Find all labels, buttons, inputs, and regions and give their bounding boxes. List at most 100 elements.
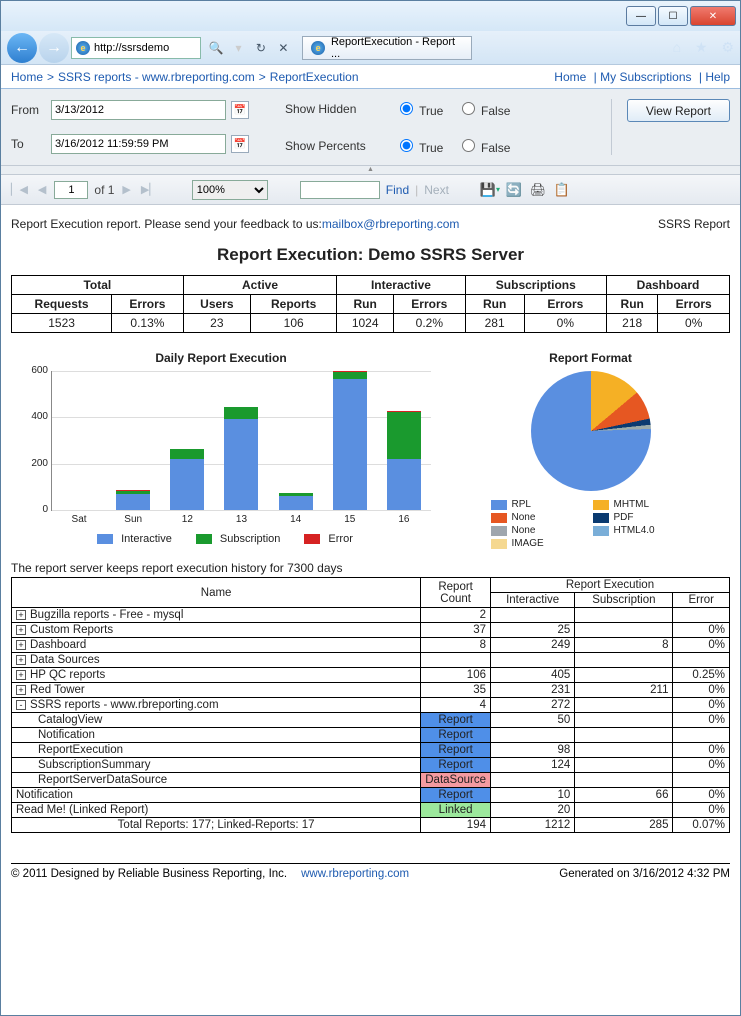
report-parameters: From 📅 To 📅 Show Hidden True False Show …	[1, 89, 740, 166]
table-row: SubscriptionSummaryReport1240%	[12, 758, 730, 773]
crumb-home[interactable]: Home	[11, 70, 43, 84]
parameter-gripper[interactable]: ▲	[1, 166, 740, 175]
titlebar: — ☐ ✕	[1, 1, 740, 31]
pie-chart: Report Format RPLMHTMLNonePDFNoneHTML4.0…	[451, 351, 730, 549]
to-date-input[interactable]	[51, 134, 226, 154]
to-label: To	[11, 137, 51, 151]
summary-table: Total Active Interactive Subscriptions D…	[11, 275, 730, 333]
table-row: +Data Sources	[12, 653, 730, 668]
expand-toggle[interactable]: +	[16, 610, 26, 620]
view-report-button[interactable]: View Report	[627, 99, 730, 122]
ie-icon: e	[76, 41, 90, 55]
refresh-icon[interactable]: ↻	[252, 41, 270, 55]
pie-chart-legend: RPLMHTMLNonePDFNoneHTML4.0IMAGE	[491, 499, 691, 549]
search-icon[interactable]: 🔍	[207, 41, 225, 55]
report-body: Report Execution report. Please send you…	[1, 205, 740, 839]
crumb-folder[interactable]: SSRS reports - www.rbreporting.com	[58, 70, 255, 84]
last-page-button[interactable]: ▶▏	[139, 183, 160, 196]
table-row: +Custom Reports37250%	[12, 623, 730, 638]
bar-chart-legend: InteractiveSubscriptionError	[11, 533, 431, 547]
report-toolbar: ▏◀ ◀ of 1 ▶ ▶▏ 100% Find | Next 💾▾ 🔄 🖨 📋	[1, 175, 740, 205]
expand-toggle[interactable]: +	[16, 685, 26, 695]
feedback-text: Report Execution report. Please send you…	[11, 217, 322, 231]
table-row: NotificationReport	[12, 728, 730, 743]
refresh-report-icon[interactable]: 🔄	[505, 181, 523, 199]
tab-favicon-icon: e	[311, 41, 325, 55]
browser-tools: ⌂ ★ ⚙	[663, 39, 734, 56]
pie-chart-title: Report Format	[451, 351, 730, 365]
history-note: The report server keeps report execution…	[11, 561, 730, 575]
breadcrumb: Home > SSRS reports - www.rbreporting.co…	[1, 65, 740, 89]
show-hidden-true[interactable]: True	[395, 104, 443, 118]
prev-page-button[interactable]: ◀	[36, 183, 48, 196]
url-field[interactable]: e http://ssrsdemo	[71, 37, 201, 59]
feedback-email-link[interactable]: mailbox@rbreporting.com	[322, 217, 460, 231]
table-row: +HP QC reports1064050.25%	[12, 668, 730, 683]
show-percents-false[interactable]: False	[457, 141, 511, 155]
calendar-icon[interactable]: 📅	[231, 101, 249, 119]
zoom-select[interactable]: 100%	[192, 180, 268, 200]
stop-icon[interactable]: ✕	[274, 41, 292, 55]
url-text: http://ssrsdemo	[94, 42, 169, 54]
browser-tab[interactable]: e ReportExecution - Report ...	[302, 36, 472, 60]
link-home[interactable]: Home	[554, 70, 586, 84]
expand-toggle[interactable]: +	[16, 655, 26, 665]
table-row: ReportServerDataSourceDataSource	[12, 773, 730, 788]
from-date-input[interactable]	[51, 100, 226, 120]
pie-graphic	[531, 371, 651, 491]
expand-toggle[interactable]: +	[16, 625, 26, 635]
copyright-text: © 2011 Designed by Reliable Business Rep…	[11, 868, 287, 880]
app-window: — ☐ ✕ ← → e http://ssrsdemo 🔍 ▾ ↻ ✕ e Re…	[0, 0, 741, 1016]
gear-icon[interactable]: ⚙	[721, 39, 734, 55]
export-icon[interactable]: 💾▾	[481, 181, 499, 199]
footer-link[interactable]: www.rbreporting.com	[301, 868, 409, 880]
bar-chart: Daily Report Execution 0200400600SatSun1…	[11, 351, 431, 549]
favorite-icon[interactable]: ★	[695, 39, 708, 55]
minimize-button[interactable]: —	[626, 6, 656, 26]
next-page-button[interactable]: ▶	[120, 183, 132, 196]
link-subscriptions[interactable]: My Subscriptions	[600, 70, 691, 84]
table-row: -SSRS reports - www.rbreporting.com42720…	[12, 698, 730, 713]
first-page-button[interactable]: ▏◀	[9, 183, 30, 196]
expand-toggle[interactable]: -	[16, 700, 26, 710]
maximize-button[interactable]: ☐	[658, 6, 688, 26]
tab-title: ReportExecution - Report ...	[331, 36, 463, 60]
report-title: Report Execution: Demo SSRS Server	[11, 245, 730, 265]
report-type-label: SSRS Report	[658, 217, 730, 231]
home-icon[interactable]: ⌂	[673, 39, 681, 55]
table-row: Read Me! (Linked Report)Linked200%	[12, 803, 730, 818]
close-button[interactable]: ✕	[690, 6, 736, 26]
report-footer: © 2011 Designed by Reliable Business Rep…	[11, 863, 730, 880]
detail-table: Name Report Count Report Execution Inter…	[11, 577, 730, 833]
total-row-label: Total Reports: 177; Linked-Reports: 17	[12, 818, 421, 833]
address-bar: ← → e http://ssrsdemo 🔍 ▾ ↻ ✕ e ReportEx…	[1, 31, 740, 65]
show-hidden-label: Show Hidden	[285, 102, 395, 116]
bar-chart-title: Daily Report Execution	[11, 351, 431, 365]
table-row: +Bugzilla reports - Free - mysql2	[12, 608, 730, 623]
show-percents-true[interactable]: True	[395, 141, 443, 155]
datafeed-icon[interactable]: 📋	[553, 181, 571, 199]
expand-toggle[interactable]: +	[16, 640, 26, 650]
show-hidden-false[interactable]: False	[457, 104, 511, 118]
page-total: of 1	[94, 183, 114, 197]
generated-text: Generated on 3/16/2012 4:32 PM	[559, 868, 730, 880]
back-button[interactable]: ←	[7, 33, 37, 63]
expand-toggle[interactable]: +	[16, 670, 26, 680]
table-row: ReportExecutionReport980%	[12, 743, 730, 758]
table-row: +Red Tower352312110%	[12, 683, 730, 698]
link-help[interactable]: Help	[705, 70, 730, 84]
find-next-button[interactable]: Next	[424, 183, 449, 197]
address-toolbar: 🔍 ▾ ↻ ✕	[207, 39, 292, 57]
calendar-icon[interactable]: 📅	[231, 135, 249, 153]
from-label: From	[11, 103, 51, 117]
find-input[interactable]	[300, 181, 380, 199]
find-button[interactable]: Find	[386, 183, 409, 197]
page-number-input[interactable]	[54, 181, 88, 199]
table-row: +Dashboard824980%	[12, 638, 730, 653]
table-row: CatalogViewReport500%	[12, 713, 730, 728]
forward-button[interactable]: →	[39, 33, 69, 63]
crumb-report[interactable]: ReportExecution	[270, 70, 359, 84]
show-percents-label: Show Percents	[285, 139, 395, 153]
print-icon[interactable]: 🖨	[529, 181, 547, 199]
table-row: NotificationReport10660%	[12, 788, 730, 803]
